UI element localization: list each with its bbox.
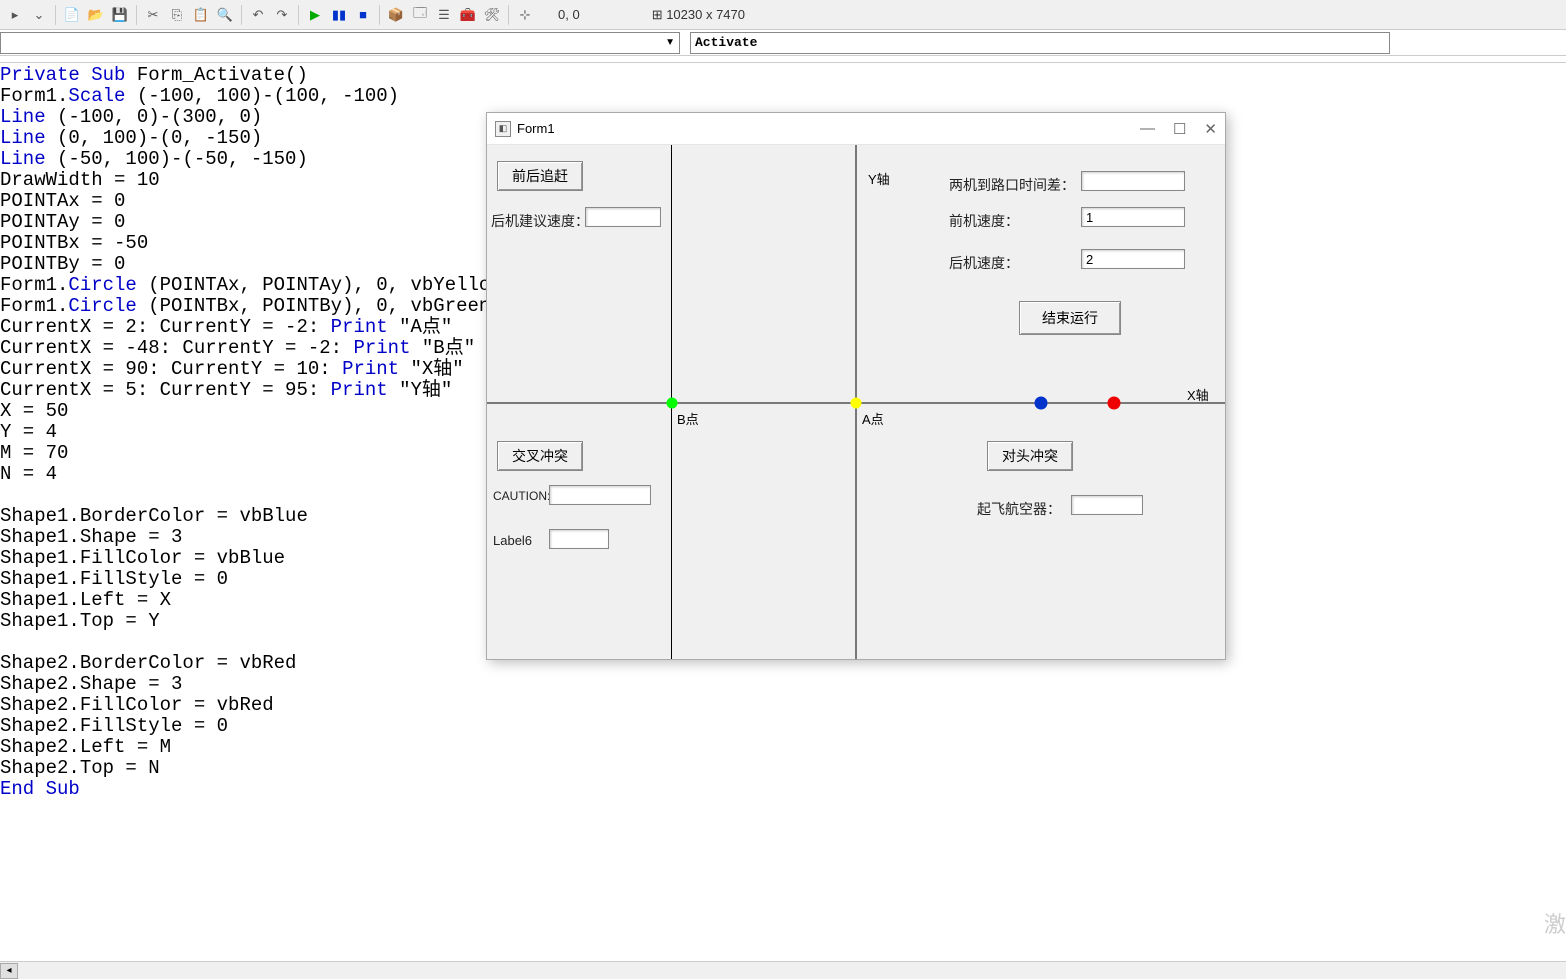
chevron-down-icon: ▼ (665, 37, 675, 48)
caution-label: CAUTION: (493, 489, 550, 503)
a-point-label: A点 (862, 409, 884, 428)
undo-icon[interactable]: ↶ (247, 4, 269, 26)
chase-button[interactable]: 前后追赶 (497, 161, 583, 191)
combo-bar: ▼ Activate (0, 30, 1566, 56)
shape1-blue-dot (1034, 397, 1047, 410)
label6-input[interactable] (549, 529, 609, 549)
tool-dropdown-icon[interactable]: ⌄ (28, 4, 50, 26)
form1-window: ◧ Form1 — ☐ ✕ Y轴 X轴 A点 B点 前后追赶 后机建议速度： 交… (486, 112, 1226, 660)
object-combo[interactable]: ▼ (0, 32, 680, 54)
rear-speed-label: 后机速度： (949, 253, 1019, 273)
project-icon[interactable]: 📦 (385, 4, 407, 26)
cross-conflict-button[interactable]: 交叉冲突 (497, 441, 583, 471)
front-speed-input[interactable]: 1 (1081, 207, 1185, 227)
horizontal-scrollbar[interactable]: ◂ (0, 961, 1566, 979)
end-run-button[interactable]: 结束运行 (1019, 301, 1121, 335)
paste-icon[interactable]: 📋 (190, 4, 212, 26)
procedure-combo[interactable]: Activate (690, 32, 1390, 54)
run-icon[interactable]: ▶ (304, 4, 326, 26)
point-a-dot (851, 398, 862, 409)
vb-form-icon: ◧ (495, 121, 511, 137)
pause-icon[interactable]: ▮▮ (328, 4, 350, 26)
save-icon[interactable]: 💾 (109, 4, 131, 26)
menu-editor-icon[interactable]: ☰ (433, 4, 455, 26)
x-axis-label: X轴 (1187, 385, 1209, 404)
toolbox-icon[interactable]: 🧰 (457, 4, 479, 26)
cursor-coordinates: 0, 0 (558, 7, 580, 22)
procedure-combo-value: Activate (695, 35, 757, 50)
rear-speed-input[interactable]: 2 (1081, 249, 1185, 269)
caution-input[interactable] (549, 485, 651, 505)
new-icon[interactable]: 📄 (61, 4, 83, 26)
label6-label: Label6 (493, 533, 532, 548)
copy-icon[interactable]: ⎘ (166, 4, 188, 26)
position-icon[interactable]: ⊹ (514, 4, 536, 26)
y-axis-label: Y轴 (868, 169, 890, 188)
cut-icon[interactable]: ✂ (142, 4, 164, 26)
head-conflict-button[interactable]: 对头冲突 (987, 441, 1073, 471)
time-diff-label: 两机到路口时间差： (949, 175, 1075, 195)
tools-icon[interactable]: 🛠 (481, 4, 503, 26)
time-diff-input[interactable] (1081, 171, 1185, 191)
stop-icon[interactable]: ■ (352, 4, 374, 26)
maximize-icon[interactable]: ☐ (1173, 120, 1186, 138)
tool-pointer-icon[interactable]: ▸ (4, 4, 26, 26)
rear-suggest-label: 后机建议速度： (491, 211, 589, 231)
form-icon[interactable]: 🗔 (409, 4, 431, 26)
redo-icon[interactable]: ↷ (271, 4, 293, 26)
b-point-label: B点 (677, 409, 699, 428)
takeoff-label: 起飞航空器： (977, 499, 1061, 519)
scroll-left-icon[interactable]: ◂ (0, 963, 18, 979)
rear-suggest-input[interactable] (585, 207, 661, 227)
form1-title: Form1 (517, 121, 555, 136)
takeoff-input[interactable] (1071, 495, 1143, 515)
form1-body: Y轴 X轴 A点 B点 前后追赶 后机建议速度： 交叉冲突 CAUTION: L… (487, 145, 1225, 659)
minimize-icon[interactable]: — (1140, 120, 1155, 138)
find-icon[interactable]: 🔍 (214, 4, 236, 26)
ide-toolbar: ▸ ⌄ 📄 📂 💾 ✂ ⎘ 📋 🔍 ↶ ↷ ▶ ▮▮ ■ 📦 🗔 ☰ 🧰 🛠 ⊹… (0, 0, 1566, 30)
shape2-red-dot (1108, 397, 1121, 410)
front-speed-label: 前机速度： (949, 211, 1019, 231)
close-icon[interactable]: ✕ (1204, 120, 1217, 138)
activate-watermark: 激 (1544, 907, 1566, 939)
form1-titlebar[interactable]: ◧ Form1 — ☐ ✕ (487, 113, 1225, 145)
open-icon[interactable]: 📂 (85, 4, 107, 26)
form-size: ⊞ 10230 x 7470 (652, 7, 745, 23)
point-b-dot (666, 398, 677, 409)
